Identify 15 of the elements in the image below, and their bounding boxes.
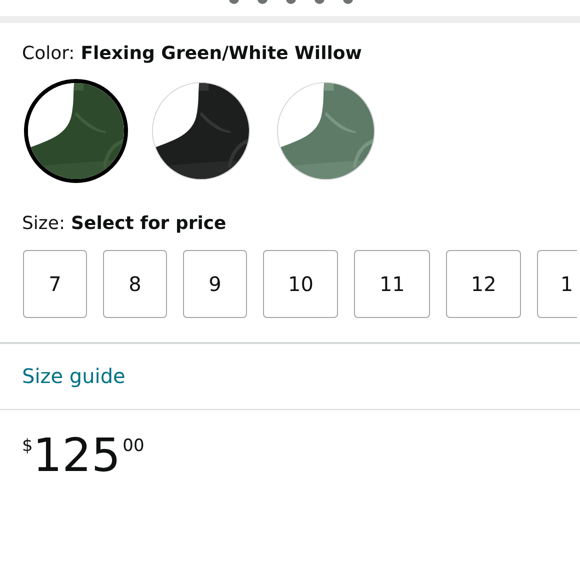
price-fraction: 00 bbox=[122, 438, 144, 455]
size-option[interactable]: 12 bbox=[446, 250, 522, 318]
currency-symbol: $ bbox=[22, 438, 33, 455]
size-option[interactable]: 9 bbox=[183, 250, 247, 318]
color-value: Flexing Green/White Willow bbox=[80, 43, 362, 64]
color-label: Color: bbox=[22, 43, 75, 64]
size-label: Size: bbox=[22, 213, 66, 234]
size-option[interactable]: 8 bbox=[103, 250, 167, 318]
size-option[interactable]: 7 bbox=[23, 250, 87, 318]
size-option[interactable]: 1 bbox=[537, 250, 578, 318]
size-option[interactable]: 11 bbox=[354, 250, 430, 318]
size-option[interactable]: 10 bbox=[263, 250, 338, 318]
size-guide-link[interactable]: Size guide bbox=[0, 344, 148, 408]
price-whole: 125 bbox=[32, 432, 121, 478]
size-value: Select for price bbox=[71, 213, 226, 234]
